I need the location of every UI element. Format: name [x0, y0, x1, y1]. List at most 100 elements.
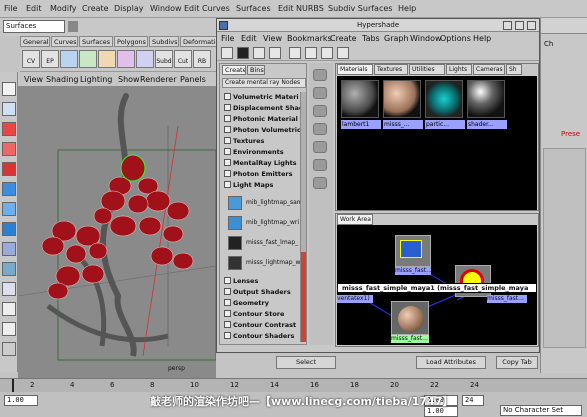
menu-edit-nurbs[interactable]: Edit NURBS — [278, 4, 324, 13]
tree-light-maps[interactable]: Light Maps — [224, 180, 304, 190]
scale-tool-icon[interactable] — [2, 162, 16, 176]
misss-bottom-node[interactable] — [391, 301, 429, 335]
subd-icon[interactable]: Subd — [155, 50, 173, 68]
tab-cameras[interactable]: Cameras — [473, 64, 505, 75]
layout-four-icon[interactable] — [2, 262, 16, 276]
select-button[interactable]: Select — [276, 356, 336, 369]
layout-custom-icon[interactable] — [2, 342, 16, 356]
load-attributes-button[interactable]: Load Attributes — [416, 356, 486, 369]
hs-menu-file[interactable]: File — [221, 34, 234, 43]
start-time-field[interactable]: 1.00 — [4, 395, 38, 406]
shelf-tab-surfaces[interactable]: Surfaces — [79, 36, 113, 47]
cylinder-icon[interactable] — [98, 50, 116, 68]
sphere-icon[interactable] — [60, 50, 78, 68]
tab-utilities[interactable]: Utilities — [409, 64, 445, 75]
tree-photon-emitters[interactable]: Photon Emitters — [224, 169, 304, 179]
create-panel-scrollbar[interactable] — [300, 92, 306, 342]
output-connections-icon[interactable] — [337, 47, 349, 59]
tree-textures[interactable]: Textures — [224, 136, 304, 146]
tree-contour-contrast[interactable]: Contour Contrast — [224, 320, 304, 330]
node-misss-lightmap-write[interactable]: misss_lightmap_w — [228, 254, 308, 272]
node-mib-lightmap-sample[interactable]: mib_lightmap_sam — [228, 194, 308, 212]
tree-volumetric-materials[interactable]: Volumetric Materi — [224, 92, 304, 102]
rotate-tool-icon[interactable] — [2, 142, 16, 156]
layout-graph-icon[interactable] — [2, 302, 16, 316]
current-time-marker[interactable] — [12, 379, 14, 392]
particle-swatch[interactable] — [425, 80, 463, 118]
tab-work-area[interactable]: Work Area — [337, 214, 373, 225]
soft-mod-icon[interactable] — [2, 202, 16, 216]
panel-menu-view[interactable]: View — [24, 75, 43, 84]
tree-environments[interactable]: Environments — [224, 147, 304, 157]
tab-lights[interactable]: Lights — [446, 64, 472, 75]
tab-graph-icon[interactable] — [313, 177, 327, 189]
tree-photonic-materials[interactable]: Photonic Material — [224, 114, 304, 124]
tab-graph-icon[interactable] — [313, 141, 327, 153]
create-type-select[interactable]: Create mental ray Nodes — [222, 78, 306, 88]
work-node-title-bar[interactable]: misss_fast_simple_maya1 (misss_fast_simp… — [337, 283, 537, 293]
misss-top-node[interactable] — [395, 235, 431, 267]
lasso-tool-icon[interactable] — [2, 102, 16, 116]
input-connections-icon[interactable] — [305, 47, 317, 59]
cut-icon[interactable]: Cut — [174, 50, 192, 68]
tab-shading-groups[interactable]: Sh — [506, 64, 522, 75]
tree-contour-shaders[interactable]: Contour Shaders — [224, 331, 304, 341]
hs-menu-edit[interactable]: Edit — [241, 34, 257, 43]
toggle-create-bar-icon[interactable] — [221, 47, 233, 59]
in-out-connections-icon[interactable] — [321, 47, 333, 59]
ep-curve-tool-icon[interactable]: EP — [41, 50, 59, 68]
show-both-tabs-icon[interactable] — [269, 47, 281, 59]
tab-create[interactable]: Create — [222, 65, 246, 75]
menu-display[interactable]: Display — [114, 4, 144, 13]
copy-tab-button[interactable]: Copy Tab — [496, 356, 538, 369]
layout-outliner-icon[interactable] — [2, 282, 16, 296]
shelf-tab-general[interactable]: General — [20, 36, 50, 47]
work-area-graph[interactable]: misss_fast... misss_fast_simple_maya1 (m… — [337, 225, 537, 345]
timeline[interactable]: 2 4 6 8 10 12 14 16 18 20 22 24 — [0, 378, 587, 392]
menu-file[interactable]: File — [4, 4, 17, 13]
hs-menu-bookmarks[interactable]: Bookmarks — [287, 34, 332, 43]
panel-menu-panels[interactable]: Panels — [180, 75, 206, 84]
hs-menu-graph[interactable]: Graph — [384, 34, 409, 43]
rebuild-icon[interactable]: RB — [193, 50, 211, 68]
hypershade-titlebar[interactable]: Hypershade — [217, 19, 539, 32]
scrollbar-thumb[interactable] — [301, 252, 306, 342]
menu-modify[interactable]: Modify — [50, 4, 77, 13]
tree-mentalray-lights[interactable]: MentalRay Lights — [224, 158, 304, 168]
show-manip-icon[interactable] — [2, 222, 16, 236]
channel-box-label[interactable]: Ch — [544, 40, 553, 48]
node-misss-fast-lmap[interactable]: misss_fast_lmap_ — [228, 234, 308, 252]
cube-icon[interactable] — [79, 50, 97, 68]
tree-contour-store[interactable]: Contour Store — [224, 309, 304, 319]
cone-icon[interactable] — [117, 50, 135, 68]
shelf-tab-curves[interactable]: Curves — [51, 36, 78, 47]
manipulator-tool-icon[interactable] — [2, 182, 16, 196]
tree-photon-volumetric[interactable]: Photon Volumetric — [224, 125, 304, 135]
character-set-select[interactable]: No Character Set — [500, 405, 582, 416]
tab-materials[interactable]: Materials — [337, 64, 373, 75]
presets-label[interactable]: Prese — [561, 130, 580, 138]
panel-menu-show[interactable]: Show — [118, 75, 140, 84]
hs-menu-tabs[interactable]: Tabs — [362, 34, 380, 43]
plane-icon[interactable] — [136, 50, 154, 68]
menu-surfaces[interactable]: Surfaces — [236, 4, 271, 13]
swatch-area[interactable]: lambert1 misss_... partic... shader... — [337, 76, 537, 210]
tab-graph-icon[interactable] — [313, 87, 327, 99]
menu-subdiv-surfaces[interactable]: Subdiv Surfaces — [328, 4, 392, 13]
tree-geometry[interactable]: Geometry — [224, 298, 304, 308]
node-mib-lightmap-write[interactable]: mib_lightmap_wri — [228, 214, 308, 232]
misss-swatch[interactable] — [383, 80, 421, 118]
tree-displacement-shaders[interactable]: Displacement Shad — [224, 103, 304, 113]
close-icon[interactable] — [527, 21, 536, 30]
tree-lenses[interactable]: Lenses — [224, 276, 304, 286]
shelf-tab-polygons[interactable]: Polygons — [114, 36, 148, 47]
panel-menu-lighting[interactable]: Lighting — [80, 75, 112, 84]
hs-menu-help[interactable]: Help — [473, 34, 491, 43]
tab-graph-icon[interactable] — [313, 69, 327, 81]
hs-menu-window[interactable]: Window — [410, 34, 442, 43]
minimize-icon[interactable] — [503, 21, 512, 30]
shader-swatch[interactable] — [467, 80, 505, 118]
layout-single-icon[interactable] — [2, 242, 16, 256]
hs-menu-view[interactable]: View — [263, 34, 282, 43]
panel-menu-shading[interactable]: Shading — [46, 75, 79, 84]
